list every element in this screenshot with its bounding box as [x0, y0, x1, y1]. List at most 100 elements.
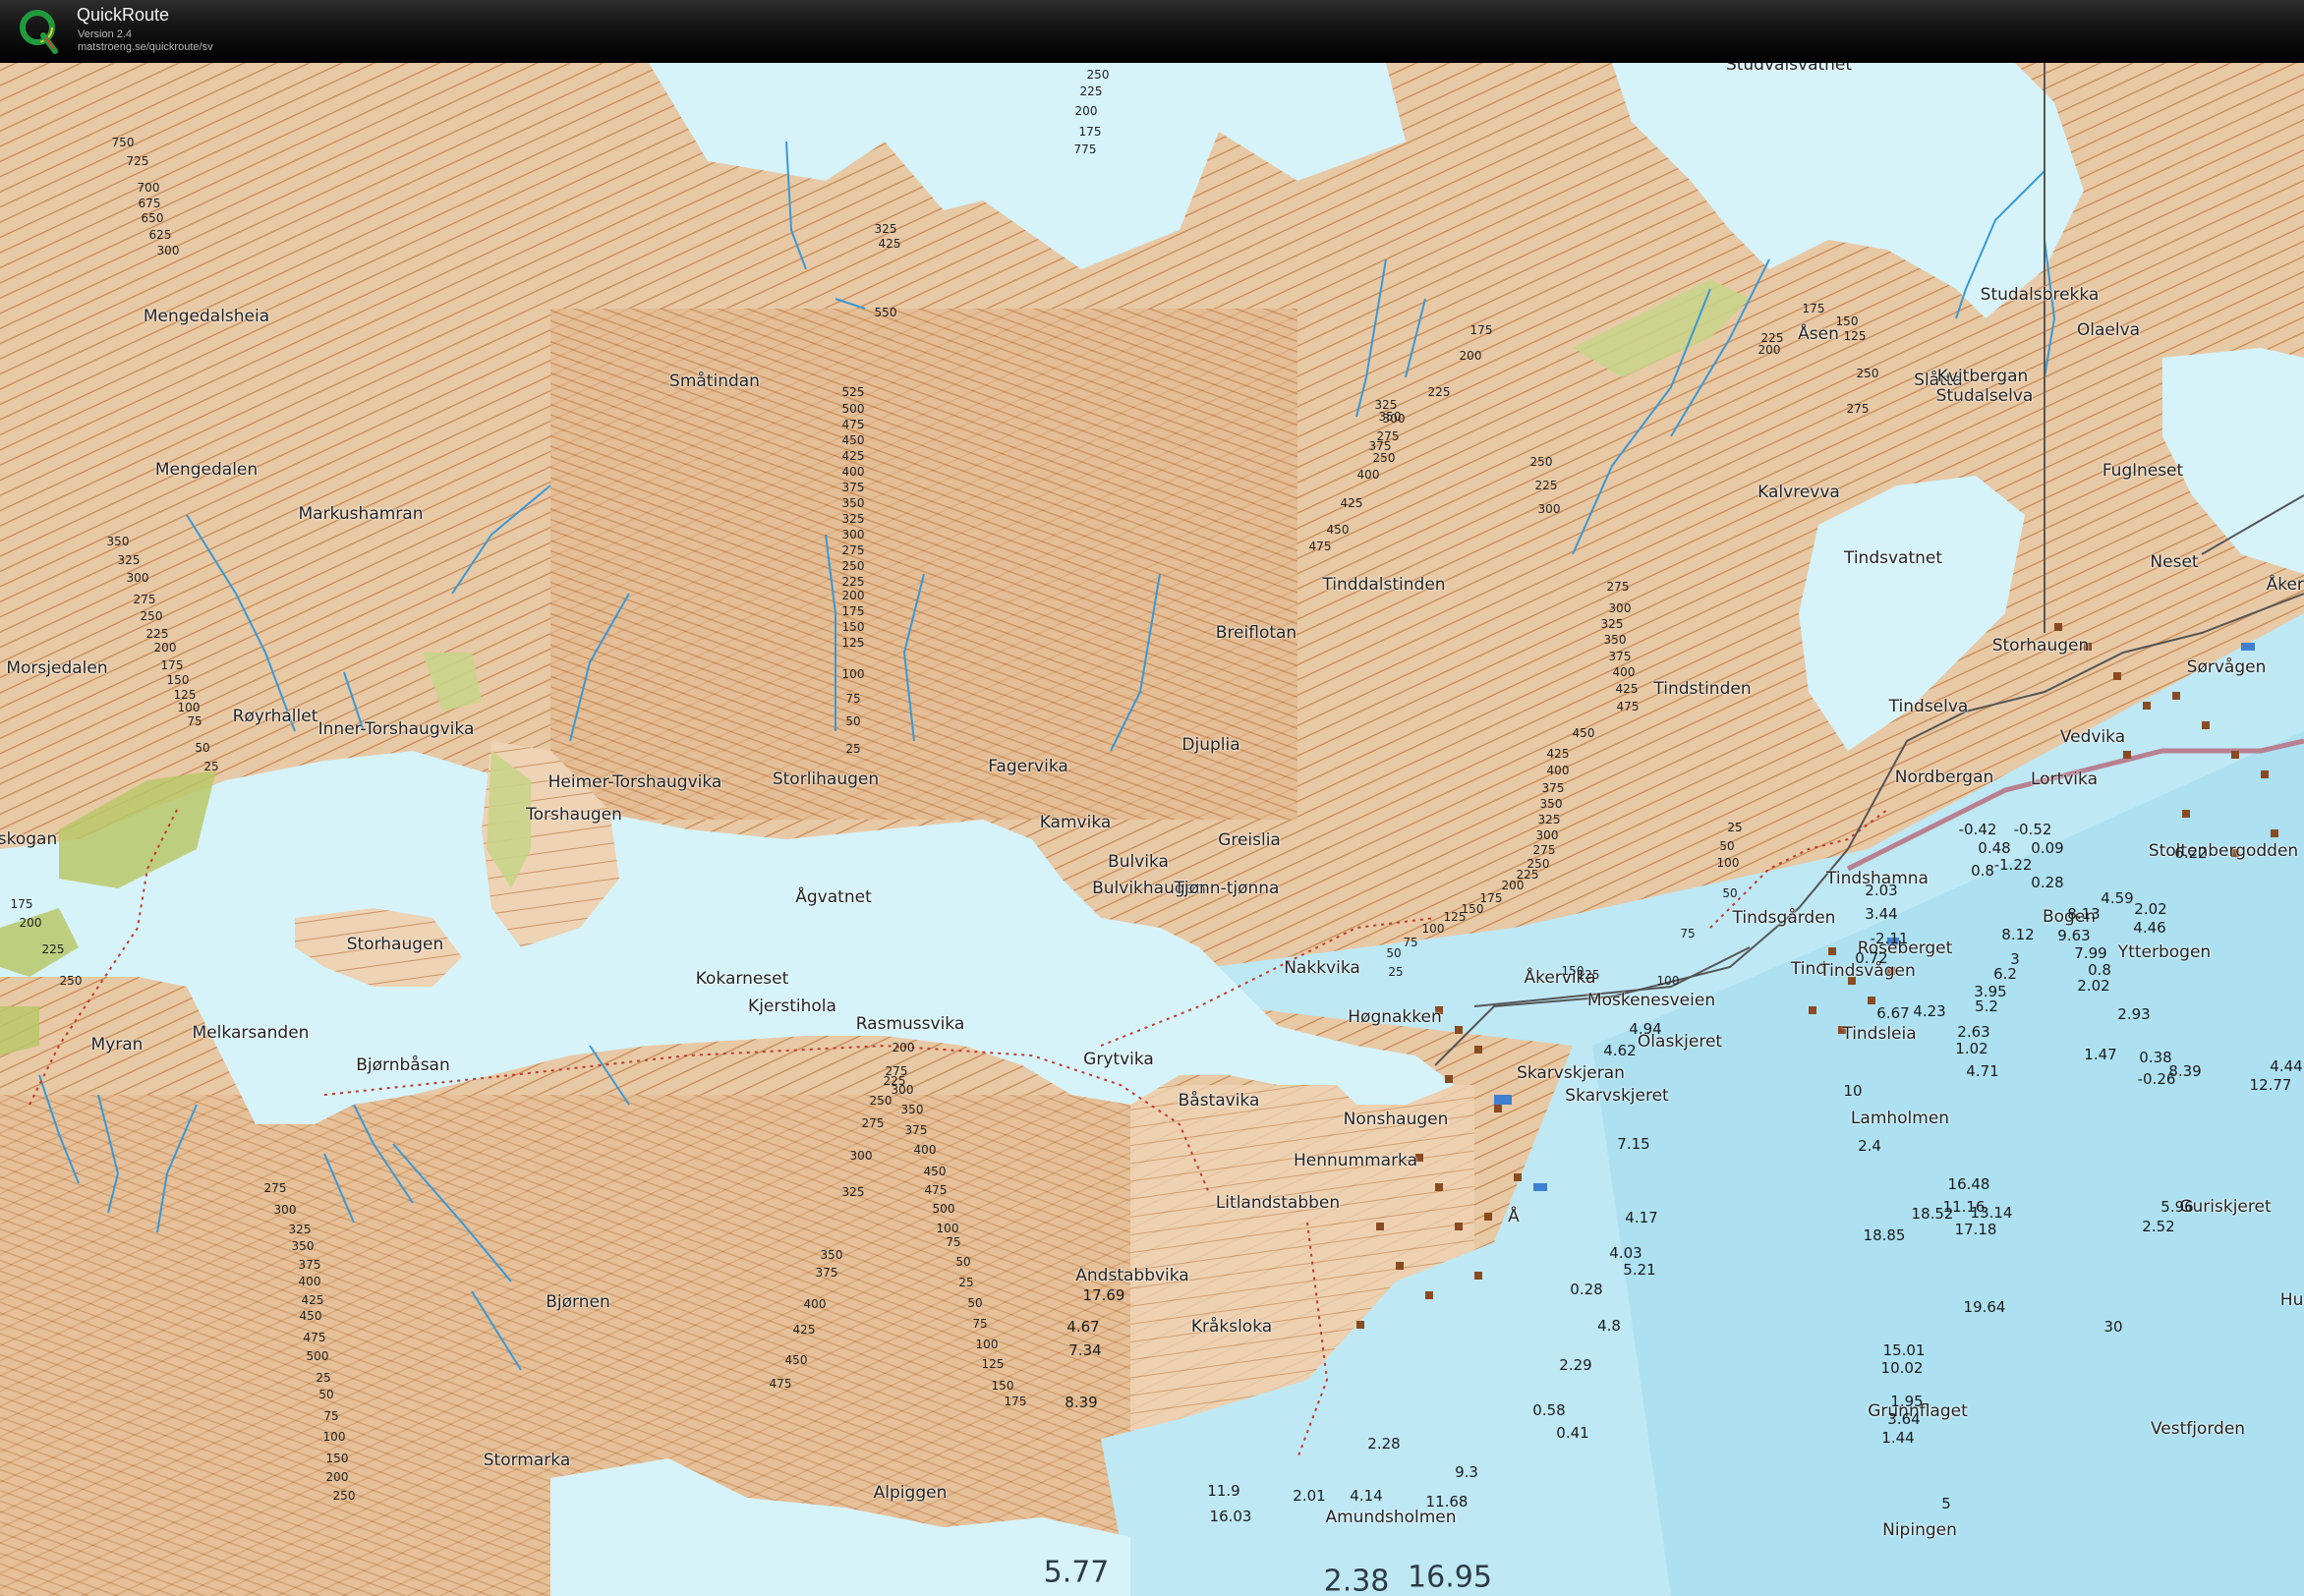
contour-height-label: 125 — [841, 636, 865, 650]
contour-height-label: 75 — [1403, 936, 1418, 949]
place-name-label: Kalvrevva — [1757, 483, 1840, 502]
contour-height-label: 225 — [883, 1074, 906, 1088]
place-name-label: Storhaugen — [1991, 636, 2090, 656]
place-name-label: Ytterbogen — [2117, 942, 2212, 962]
contour-height-label: 775 — [1073, 142, 1097, 156]
place-name-label: Olaelva — [2076, 320, 2141, 340]
contour-height-label: 450 — [1326, 523, 1350, 537]
contour-height-label: 350 — [820, 1248, 843, 1262]
contour-height-label: 425 — [792, 1323, 816, 1337]
contour-height-label: 75 — [946, 1235, 961, 1249]
place-name-label: Ågvatnet — [795, 887, 872, 907]
contour-height-label: 425 — [1546, 747, 1570, 761]
place-name-label: Inner-Torshaugvika — [317, 719, 475, 739]
contour-height-label: 150 — [166, 673, 190, 687]
depth-value-label: 19.64 — [1963, 1298, 2006, 1316]
depth-value-label: 1.95 — [1890, 1393, 1924, 1410]
place-name-label: Litlandstabben — [1215, 1193, 1341, 1213]
depth-value-label: -1.22 — [1993, 856, 2033, 874]
app-version: Version 2.4 — [78, 28, 133, 40]
app-url[interactable]: matstroeng.se/quickroute/sv — [78, 41, 213, 53]
place-name-label: Markushamran — [298, 504, 424, 524]
depth-value-label: 4.59 — [2101, 889, 2134, 907]
place-name-label: Moskenesveien — [1586, 991, 1716, 1010]
depth-value-label: -2.11 — [1870, 930, 1909, 947]
contour-height-label: 50 — [1719, 839, 1735, 853]
depth-value-label: 2.4 — [1858, 1137, 1881, 1155]
place-name-label: Nakkvika — [1284, 958, 1360, 978]
depth-value-label: 15.01 — [1882, 1341, 1926, 1359]
contour-height-label: 175 — [841, 604, 865, 618]
depth-value-label: 4.44 — [2270, 1057, 2303, 1075]
contour-height-label: 400 — [913, 1143, 937, 1157]
contour-height-label: 200 — [841, 589, 865, 602]
depth-value-label: 16.03 — [1209, 1508, 1252, 1525]
contour-height-label: 375 — [1368, 439, 1392, 453]
contour-height-label: 325 — [117, 553, 141, 567]
place-name-label: Storhaugen — [346, 935, 444, 954]
contour-height-label: 400 — [841, 465, 865, 479]
depth-value-label: 1.02 — [1955, 1040, 1988, 1057]
contour-height-label: 350 — [900, 1103, 924, 1116]
contour-height-label: 100 — [1716, 856, 1740, 870]
place-name-label: Bulvika — [1108, 852, 1169, 872]
contour-height-label: 300 — [841, 528, 865, 542]
place-name-label: Morsjedalen — [6, 658, 108, 678]
contour-height-label: 350 — [1603, 633, 1627, 647]
contour-height-label: 50 — [1722, 886, 1738, 900]
place-name-label: Å — [1508, 1207, 1520, 1226]
depth-value-label: 4.14 — [1350, 1487, 1383, 1505]
contour-height-label: 225 — [1760, 331, 1784, 345]
place-name-label: Kvitbergan — [1936, 367, 2029, 386]
contour-height-label: 150 — [1561, 964, 1584, 978]
contour-height-label: 100 — [975, 1338, 999, 1351]
place-name-label: Greislia — [1218, 830, 1281, 850]
depth-value-label: 1.47 — [2084, 1046, 2117, 1063]
depth-value-label: 5 — [1941, 1495, 1951, 1512]
contour-height-label: 200 — [325, 1470, 349, 1484]
contour-height-label: 300 — [156, 244, 180, 257]
contour-height-label: 75 — [323, 1409, 339, 1423]
place-name-label: Båstavika — [1178, 1091, 1260, 1111]
place-name-label: Nordbergan — [1894, 768, 1994, 787]
contour-height-label: 475 — [303, 1331, 326, 1344]
contour-height-label: 475 — [1616, 700, 1640, 713]
contour-height-label: 325 — [1600, 617, 1624, 631]
depth-value-label: 8.39 — [2168, 1062, 2202, 1080]
contour-height-label: 425 — [1615, 682, 1639, 696]
depth-value-label: 18.52 — [1911, 1205, 1954, 1223]
depth-value-label: 16.48 — [1947, 1175, 1990, 1193]
contour-height-label: 125 — [173, 688, 197, 702]
contour-height-label: 375 — [841, 481, 865, 494]
contour-height-label: 325 — [874, 222, 897, 236]
depth-value-label: 0.38 — [2139, 1049, 2172, 1066]
contour-height-label: 675 — [138, 197, 161, 210]
contour-height-label: 25 — [203, 760, 219, 773]
contour-height-label: 100 — [1656, 974, 1680, 988]
map-viewport[interactable]: Studvalsvatnet Mengedalsheia Småtindan Meng… — [0, 63, 2304, 1596]
depth-value-label: 5.21 — [1623, 1261, 1656, 1279]
contour-height-label: 700 — [137, 181, 160, 195]
depth-value-label: 0.41 — [1556, 1424, 1589, 1442]
depth-value-label: 17.18 — [1954, 1221, 1997, 1238]
contour-height-label: 475 — [1308, 540, 1332, 553]
contour-height-label: 475 — [841, 418, 865, 431]
contour-height-label: 225 — [841, 575, 865, 589]
contour-height-label: 425 — [841, 449, 865, 463]
contour-height-label: 150 — [991, 1379, 1014, 1393]
contour-height-label: 175 — [1802, 302, 1825, 315]
contour-height-label: 50 — [195, 741, 210, 755]
contour-height-label: 425 — [878, 237, 901, 251]
place-name-label: Røyrhallet — [232, 707, 318, 726]
contour-height-label: 275 — [841, 543, 865, 557]
place-name-label: Kjerstihola — [748, 997, 836, 1016]
place-name-label: Tindstinden — [1653, 679, 1752, 699]
contour-height-label: 250 — [1529, 455, 1553, 469]
depth-value-label: 4.67 — [1066, 1318, 1100, 1336]
quickroute-q-logo-icon — [20, 10, 58, 54]
contour-height-label: 450 — [841, 433, 865, 447]
depth-value-label: 18.85 — [1863, 1226, 1906, 1244]
depth-value-label: 0.48 — [1978, 839, 2011, 857]
depth-value-label: 2.01 — [1293, 1487, 1326, 1505]
contour-height-label: 350 — [1539, 797, 1563, 811]
